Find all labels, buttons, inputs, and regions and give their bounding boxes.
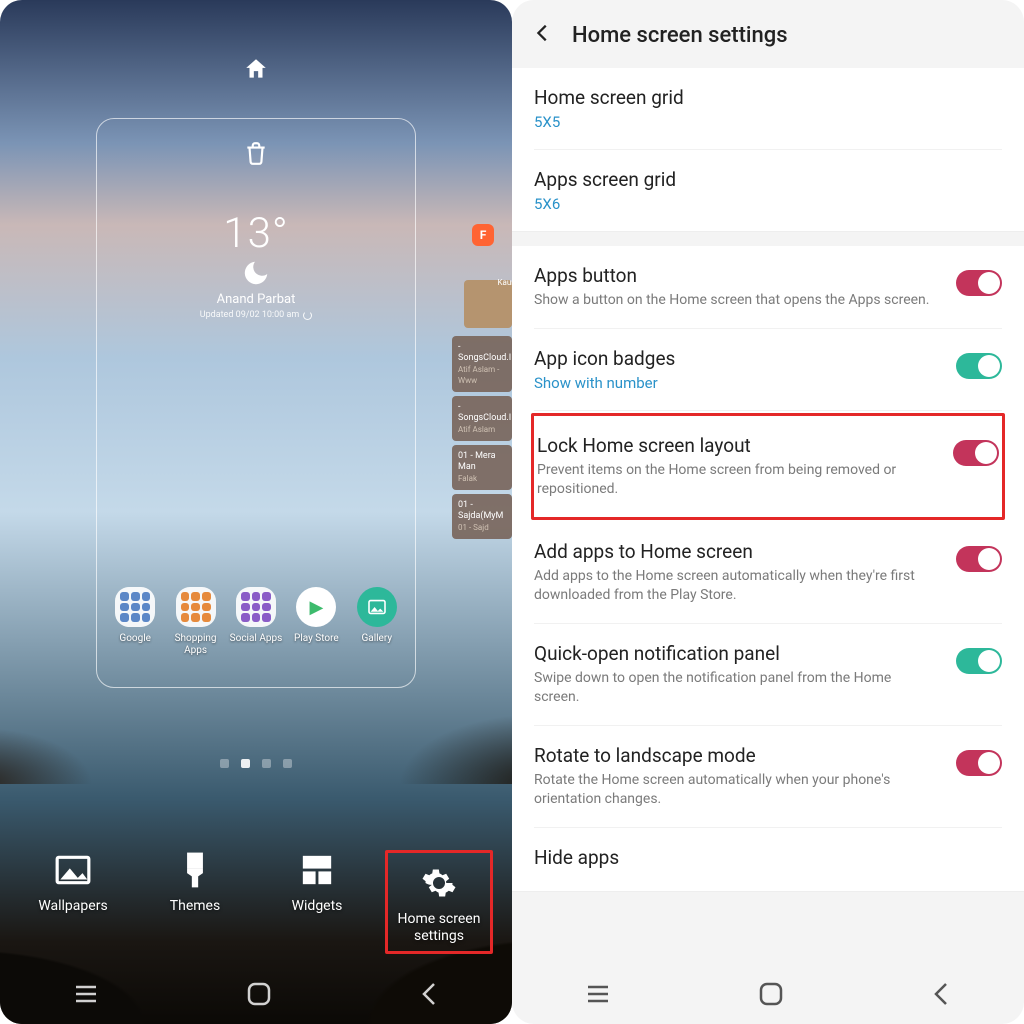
toggle-rotate[interactable] <box>956 750 1002 776</box>
list-item[interactable]: 01 - Mera ManFalak <box>452 445 512 490</box>
themes-button[interactable]: Themes <box>141 850 249 954</box>
back-button[interactable] <box>419 981 439 1011</box>
page-title: Home screen settings <box>572 23 788 48</box>
refresh-icon <box>303 311 312 320</box>
folder-shopping[interactable]: Shopping Apps <box>167 587 225 657</box>
music-widget-peek[interactable]: Kaur <box>438 280 512 328</box>
home-edit-toolbar: Wallpapers Themes Widgets Home screen se… <box>0 850 512 954</box>
brush-icon <box>175 850 215 890</box>
floating-app-icon[interactable]: F <box>472 224 494 246</box>
list-item[interactable]: - SongsCloud.IAtif Aslam <box>452 396 512 441</box>
folder-social[interactable]: Social Apps <box>227 587 285 657</box>
weather-temp: 13° <box>223 209 288 258</box>
home-button[interactable] <box>758 981 784 1011</box>
home-edit-screen: F Kaur - SongsCloud.IAtif Aslam - Www - … <box>0 0 512 1024</box>
player-song-title: Kaur <box>498 278 513 287</box>
weather-widget[interactable]: 13° Anand Parbat Updated 09/02 10:00 am <box>97 209 415 320</box>
home-screen-settings-button[interactable]: Home screen settings <box>385 850 493 954</box>
row-rotate[interactable]: Rotate to landscape modeRotate the Home … <box>534 726 1002 828</box>
trash-icon[interactable] <box>243 139 269 171</box>
row-hide-apps[interactable]: Hide apps <box>534 828 1002 891</box>
toggle-apps-button[interactable] <box>956 270 1002 296</box>
home-indicator-icon[interactable] <box>0 56 512 82</box>
wallpaper-icon <box>53 850 93 890</box>
recents-button[interactable] <box>585 984 611 1008</box>
back-button[interactable] <box>931 981 951 1011</box>
row-lock-layout[interactable]: Lock Home screen layoutPrevent items on … <box>537 416 999 517</box>
toggle-lock-layout[interactable] <box>953 440 999 466</box>
moon-icon <box>241 258 271 288</box>
row-apps-button[interactable]: Apps buttonShow a button on the Home scr… <box>534 246 1002 329</box>
row-apps-grid[interactable]: Apps screen grid5X6 <box>534 150 1002 231</box>
settings-group-main: Apps buttonShow a button on the Home scr… <box>512 246 1024 892</box>
row-quick-open[interactable]: Quick-open notification panelSwipe down … <box>534 624 1002 726</box>
list-item[interactable]: 01 - Sajda(MyM01 - Sajd <box>452 494 512 539</box>
settings-header: Home screen settings <box>512 0 1024 68</box>
back-icon[interactable] <box>532 22 554 48</box>
widgets-icon <box>297 850 337 890</box>
weather-location: Anand Parbat <box>217 292 296 307</box>
row-add-apps[interactable]: Add apps to Home screenAdd apps to the H… <box>534 522 1002 624</box>
settings-screen: Home screen settings Home screen grid5X5… <box>512 0 1024 1024</box>
home-page-preview[interactable]: 13° Anand Parbat Updated 09/02 10:00 am … <box>96 118 416 688</box>
weather-updated: Updated 09/02 10:00 am <box>200 310 300 320</box>
album-cover <box>464 280 512 328</box>
wallpapers-button[interactable]: Wallpapers <box>19 850 127 954</box>
folder-google[interactable]: Google <box>106 587 164 657</box>
toggle-quick-open[interactable] <box>956 648 1002 674</box>
row-home-grid[interactable]: Home screen grid5X5 <box>534 68 1002 150</box>
toggle-icon-badges[interactable] <box>956 353 1002 379</box>
highlight-lock-layout: Lock Home screen layoutPrevent items on … <box>531 413 1005 520</box>
widgets-button[interactable]: Widgets <box>263 850 371 954</box>
row-icon-badges[interactable]: App icon badgesShow with number <box>534 329 1002 411</box>
page-peek-left[interactable] <box>0 200 20 650</box>
nav-bar <box>512 968 1024 1024</box>
app-play-store[interactable]: ▶Play Store <box>287 587 345 657</box>
page-indicator[interactable] <box>0 759 512 768</box>
list-item[interactable]: - SongsCloud.IAtif Aslam - Www <box>452 336 512 392</box>
home-button[interactable] <box>246 981 272 1011</box>
recents-button[interactable] <box>73 984 99 1008</box>
app-dock: Google Shopping Apps Social Apps ▶Play S… <box>97 587 415 657</box>
page-peek-right[interactable]: - SongsCloud.IAtif Aslam - Www - SongsCl… <box>452 336 512 543</box>
toggle-add-apps[interactable] <box>956 546 1002 572</box>
nav-bar <box>0 968 512 1024</box>
app-gallery[interactable]: Gallery <box>348 587 406 657</box>
gear-icon <box>419 863 459 903</box>
settings-group-grid: Home screen grid5X5 Apps screen grid5X6 <box>512 68 1024 232</box>
